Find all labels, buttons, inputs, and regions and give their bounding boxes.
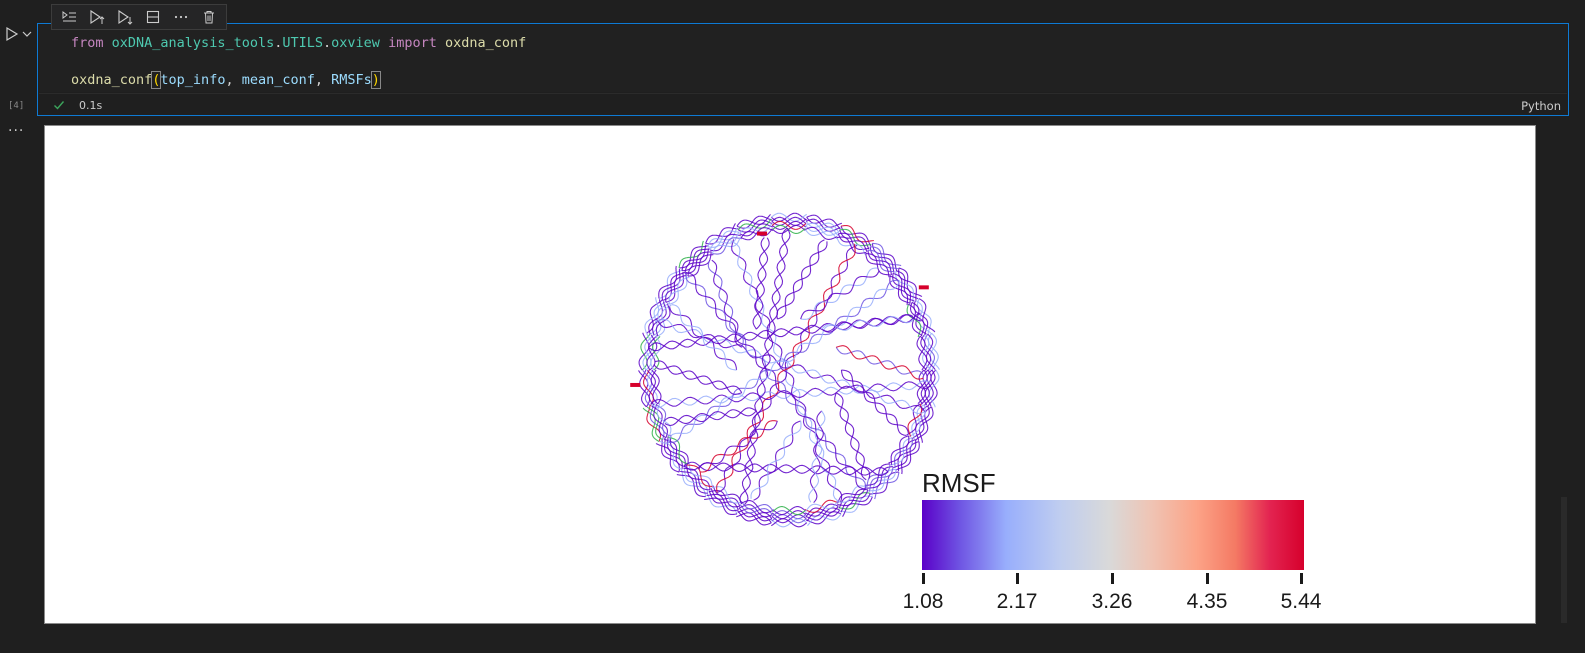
code-line-1: from oxDNA_analysis_tools.UTILS.oxview i… — [71, 35, 526, 51]
split-cell-icon — [146, 10, 160, 24]
colorbar-tick-label: 3.26 — [1091, 590, 1133, 613]
execution-count: [4] — [8, 101, 25, 111]
more-actions-button[interactable] — [168, 6, 194, 28]
colorbar-tick-label: 1.08 — [902, 590, 944, 613]
cell-status-bar: 0.1s Python — [39, 93, 1567, 116]
execution-time: 0.1s — [79, 99, 103, 112]
colorbar-tick-label: 2.17 — [996, 590, 1038, 613]
function-call: oxdna_conf — [71, 72, 153, 88]
submodule-oxview: oxview — [331, 35, 380, 51]
cell-output: RMSF 1.08 2.17 3.26 4.35 5.44 — [44, 125, 1536, 624]
colorbar-tick — [922, 573, 925, 584]
dna-helix — [736, 512, 772, 526]
dna-strand-end — [918, 285, 929, 290]
colorbar-tick-label: 5.44 — [1280, 590, 1322, 613]
delete-cell-button[interactable] — [196, 6, 222, 28]
dna-helix — [639, 369, 651, 408]
chevron-down-icon[interactable] — [22, 29, 32, 39]
code-editor[interactable]: from oxDNA_analysis_tools.UTILS.oxview i… — [39, 25, 1567, 92]
dna-strand-end — [630, 382, 641, 387]
keyword-from: from — [71, 35, 104, 51]
colorbar-gradient — [922, 500, 1304, 570]
check-icon — [54, 101, 65, 110]
dna-helix — [927, 332, 939, 371]
run-by-line-icon — [62, 11, 76, 22]
keyword-import: import — [388, 35, 437, 51]
execute-below-icon — [118, 9, 133, 25]
comma: , — [314, 72, 332, 88]
code-line-2: oxdna_conf(top_info, mean_conf, RMSFs) — [71, 71, 381, 89]
colorbar-tick — [1111, 573, 1114, 584]
imported-name: oxdna_conf — [444, 35, 527, 51]
more-icon — [174, 15, 188, 19]
scrollbar[interactable] — [1561, 497, 1567, 623]
colorbar-tick — [1206, 573, 1209, 584]
arg-rmsfs: RMSFs — [331, 72, 372, 88]
dot: . — [323, 35, 332, 51]
oxview-3d-viewer[interactable] — [45, 126, 1535, 623]
colorbar-tick — [1016, 573, 1019, 584]
cell-toolbar — [51, 4, 227, 30]
split-cell-button[interactable] — [140, 6, 166, 28]
dna-helix — [664, 409, 757, 424]
output-more-button[interactable]: ··· — [8, 123, 24, 139]
close-paren: ) — [370, 71, 381, 89]
colorbar-title: RMSF — [922, 468, 996, 498]
execute-above-icon — [90, 9, 105, 25]
dna-helix — [806, 214, 842, 228]
language-picker[interactable]: Python — [1521, 99, 1561, 113]
colorbar-tick-label: 4.35 — [1186, 590, 1228, 613]
cell-run-gutter — [0, 26, 36, 46]
execute-below-button[interactable] — [112, 6, 138, 28]
execute-above-button[interactable] — [84, 6, 110, 28]
submodule-utils: UTILS — [282, 35, 323, 51]
delete-icon — [204, 11, 214, 24]
colorbar-tick — [1300, 573, 1303, 584]
arg-top-info: top_info — [160, 72, 226, 88]
comma: , — [225, 72, 242, 88]
dna-strand-end — [757, 231, 768, 236]
code-cell[interactable]: from oxDNA_analysis_tools.UTILS.oxview i… — [37, 23, 1569, 116]
run-cell-icon[interactable] — [4, 26, 20, 42]
run-by-line-button[interactable] — [56, 6, 82, 28]
module-name: oxDNA_analysis_tools — [111, 35, 275, 51]
arg-mean-conf: mean_conf — [241, 72, 315, 88]
